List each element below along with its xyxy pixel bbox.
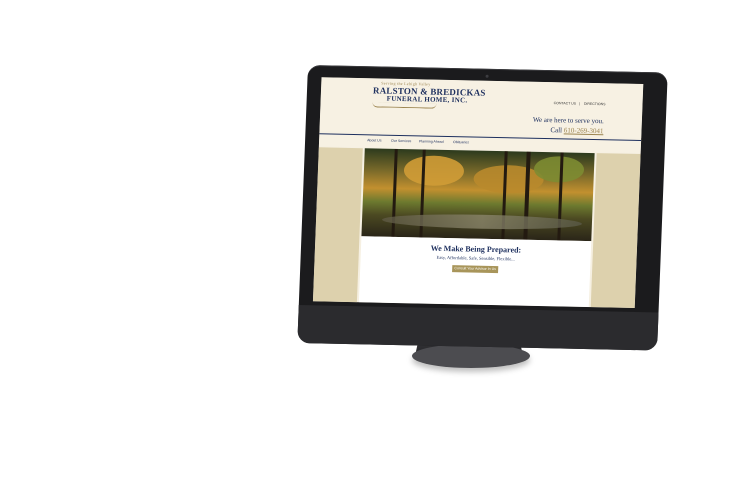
nav-planning-ahead[interactable]: Planning Ahead xyxy=(419,139,444,144)
monitor-chin xyxy=(297,304,659,351)
camera-icon xyxy=(485,74,489,78)
site-header: Serving the Lehigh Valley RALSTON & BRED… xyxy=(319,77,644,139)
nav-about-us[interactable]: About Us xyxy=(367,138,382,142)
logo-swoosh-icon xyxy=(372,102,437,109)
stream xyxy=(381,212,583,231)
monitor-stand-base xyxy=(412,344,530,368)
imac-monitor: Serving the Lehigh Valley RALSTON & BRED… xyxy=(297,65,668,351)
hero-forest-image xyxy=(361,148,595,242)
promo-section: We Make Being Prepared: Easy, Affordable… xyxy=(358,236,592,308)
directions-link[interactable]: DIRECTIONS xyxy=(584,102,606,106)
call-line: Call 610-269-3041 xyxy=(550,126,603,135)
right-side-panel xyxy=(590,153,641,309)
serve-text: We are here to serve you. xyxy=(532,115,605,126)
phone-link[interactable]: 610-269-3041 xyxy=(564,126,604,135)
nav-our-services[interactable]: Our Services xyxy=(391,139,411,143)
contact-link[interactable]: CONTACT US xyxy=(554,101,577,105)
left-side-panel xyxy=(312,147,363,303)
consult-advisor-button[interactable]: Consult Your Advisor In Us xyxy=(452,265,499,274)
call-label: Call xyxy=(550,126,563,135)
nav-obituaries[interactable]: Obituaries xyxy=(453,140,469,144)
top-links: CONTACT US | DIRECTIONS xyxy=(553,101,606,107)
website-screen: Serving the Lehigh Valley RALSTON & BRED… xyxy=(312,77,644,309)
foliage xyxy=(403,155,465,187)
